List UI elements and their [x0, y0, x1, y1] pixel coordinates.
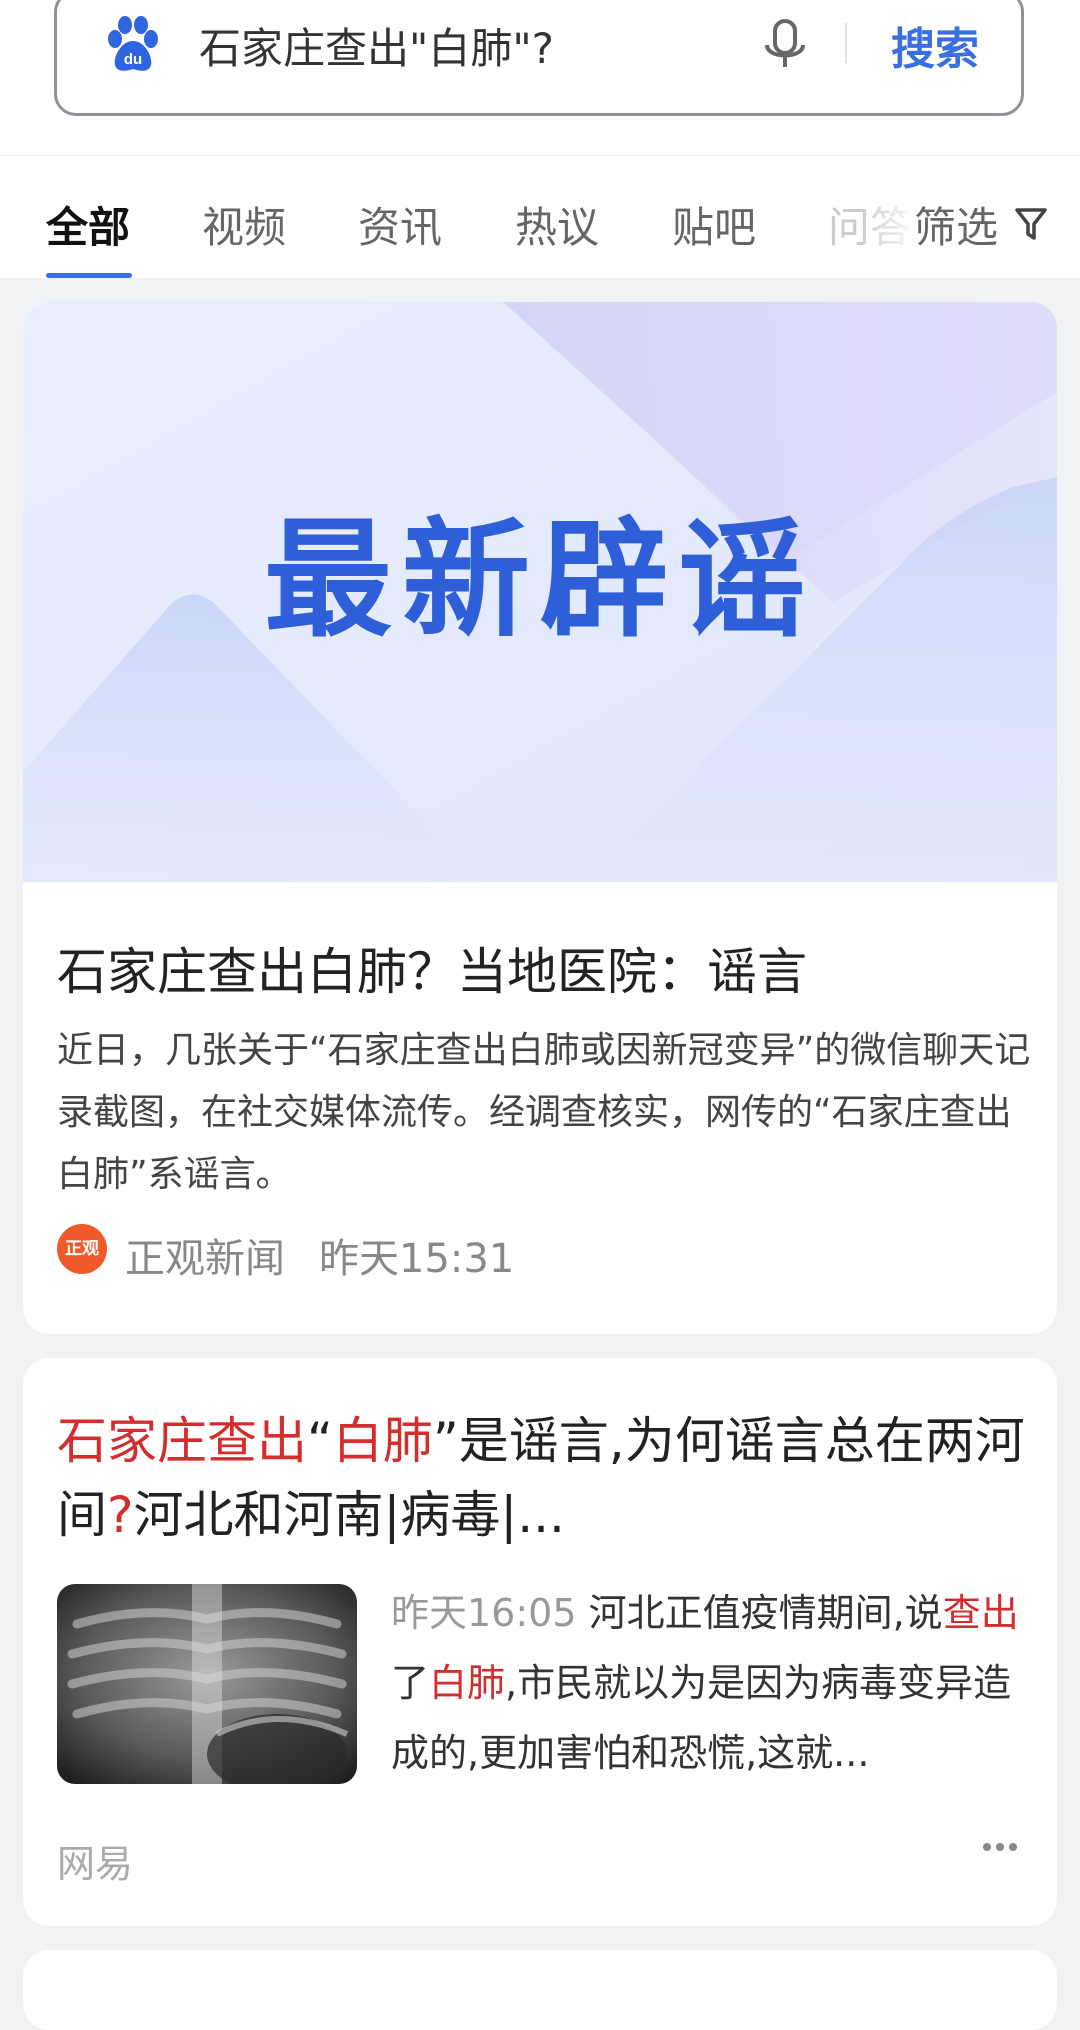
tab-all[interactable]: 全部 [46, 194, 130, 255]
source-logo: 正观 [57, 1224, 107, 1274]
active-tab-indicator [46, 273, 132, 278]
search-box[interactable]: du 石家庄查出"白肺"? 搜索 [54, 0, 1024, 116]
search-button[interactable]: 搜索 [891, 13, 979, 77]
banner-image: 最新辟谣 [23, 302, 1057, 882]
result-source[interactable]: 网易 [57, 1833, 133, 1888]
tab-discussion[interactable]: 热议 [515, 194, 599, 255]
result-snippet: 昨天16:05 河北正值疫情期间,说查出了白肺,市民就以为是因为病毒变异造成的,… [391, 1578, 1041, 1788]
snippet-text-2: 了 [391, 1661, 430, 1705]
snippet-text-1: 河北正值疫情期间,说 [576, 1591, 943, 1635]
xray-thumbnail[interactable] [57, 1584, 357, 1784]
tab-tieba[interactable]: 贴吧 [672, 194, 756, 255]
news-title[interactable]: 石家庄查出白肺？当地医院：谣言 [57, 932, 807, 1004]
top-bar: du 石家庄查出"白肺"? 搜索 [0, 0, 1080, 155]
search-divider [845, 23, 847, 63]
svg-text:du: du [124, 51, 142, 68]
title-quote: “ [307, 1412, 333, 1470]
banner-title: 最新辟谣 [264, 506, 816, 655]
news-card-next[interactable] [23, 1950, 1057, 2030]
title-highlight-3: ? [107, 1486, 134, 1544]
title-highlight-1: 石家庄查出 [57, 1412, 307, 1470]
result-title[interactable]: 石家庄查出“白肺”是谣言,为何谣言总在两河间?河北和河南|病毒|... [57, 1404, 1037, 1552]
news-summary: 近日，几张关于“石家庄查出白肺或因新冠变异”的微信聊天记录截图，在社交媒体流传。… [57, 1030, 1031, 1195]
search-input[interactable]: 石家庄查出"白肺"? [199, 15, 554, 76]
snippet-highlight-1: 查出 [942, 1591, 1019, 1635]
title-highlight-2: 白肺 [332, 1412, 433, 1470]
title-text-2: 河北和河南|病毒|... [133, 1486, 565, 1544]
tab-video[interactable]: 视频 [202, 194, 286, 255]
publish-time: 昨天15:31 [319, 1236, 515, 1282]
result-time: 昨天16:05 [391, 1591, 577, 1635]
microphone-icon[interactable] [757, 15, 813, 75]
more-options-icon[interactable] [983, 1836, 1023, 1866]
source-name[interactable]: 正观新闻 [125, 1226, 285, 1284]
filter-button[interactable]: 筛选 [914, 194, 998, 255]
news-card-rumor[interactable]: 最新辟谣 石家庄查出白肺？当地医院：谣言 近日，几张关于“石家庄查出白肺或因新冠… [23, 302, 1057, 1334]
snippet-highlight-2: 白肺 [429, 1661, 506, 1705]
news-card-result[interactable]: 石家庄查出“白肺”是谣言,为何谣言总在两河间?河北和河南|病毒|... 昨天16… [23, 1358, 1057, 1926]
filter-icon[interactable] [1014, 204, 1048, 244]
category-tabs: 全部 视频 资讯 热议 贴吧 问答 筛选 [0, 155, 1080, 278]
baidu-paw-icon: du [108, 16, 158, 71]
tab-news[interactable]: 资讯 [358, 194, 442, 255]
